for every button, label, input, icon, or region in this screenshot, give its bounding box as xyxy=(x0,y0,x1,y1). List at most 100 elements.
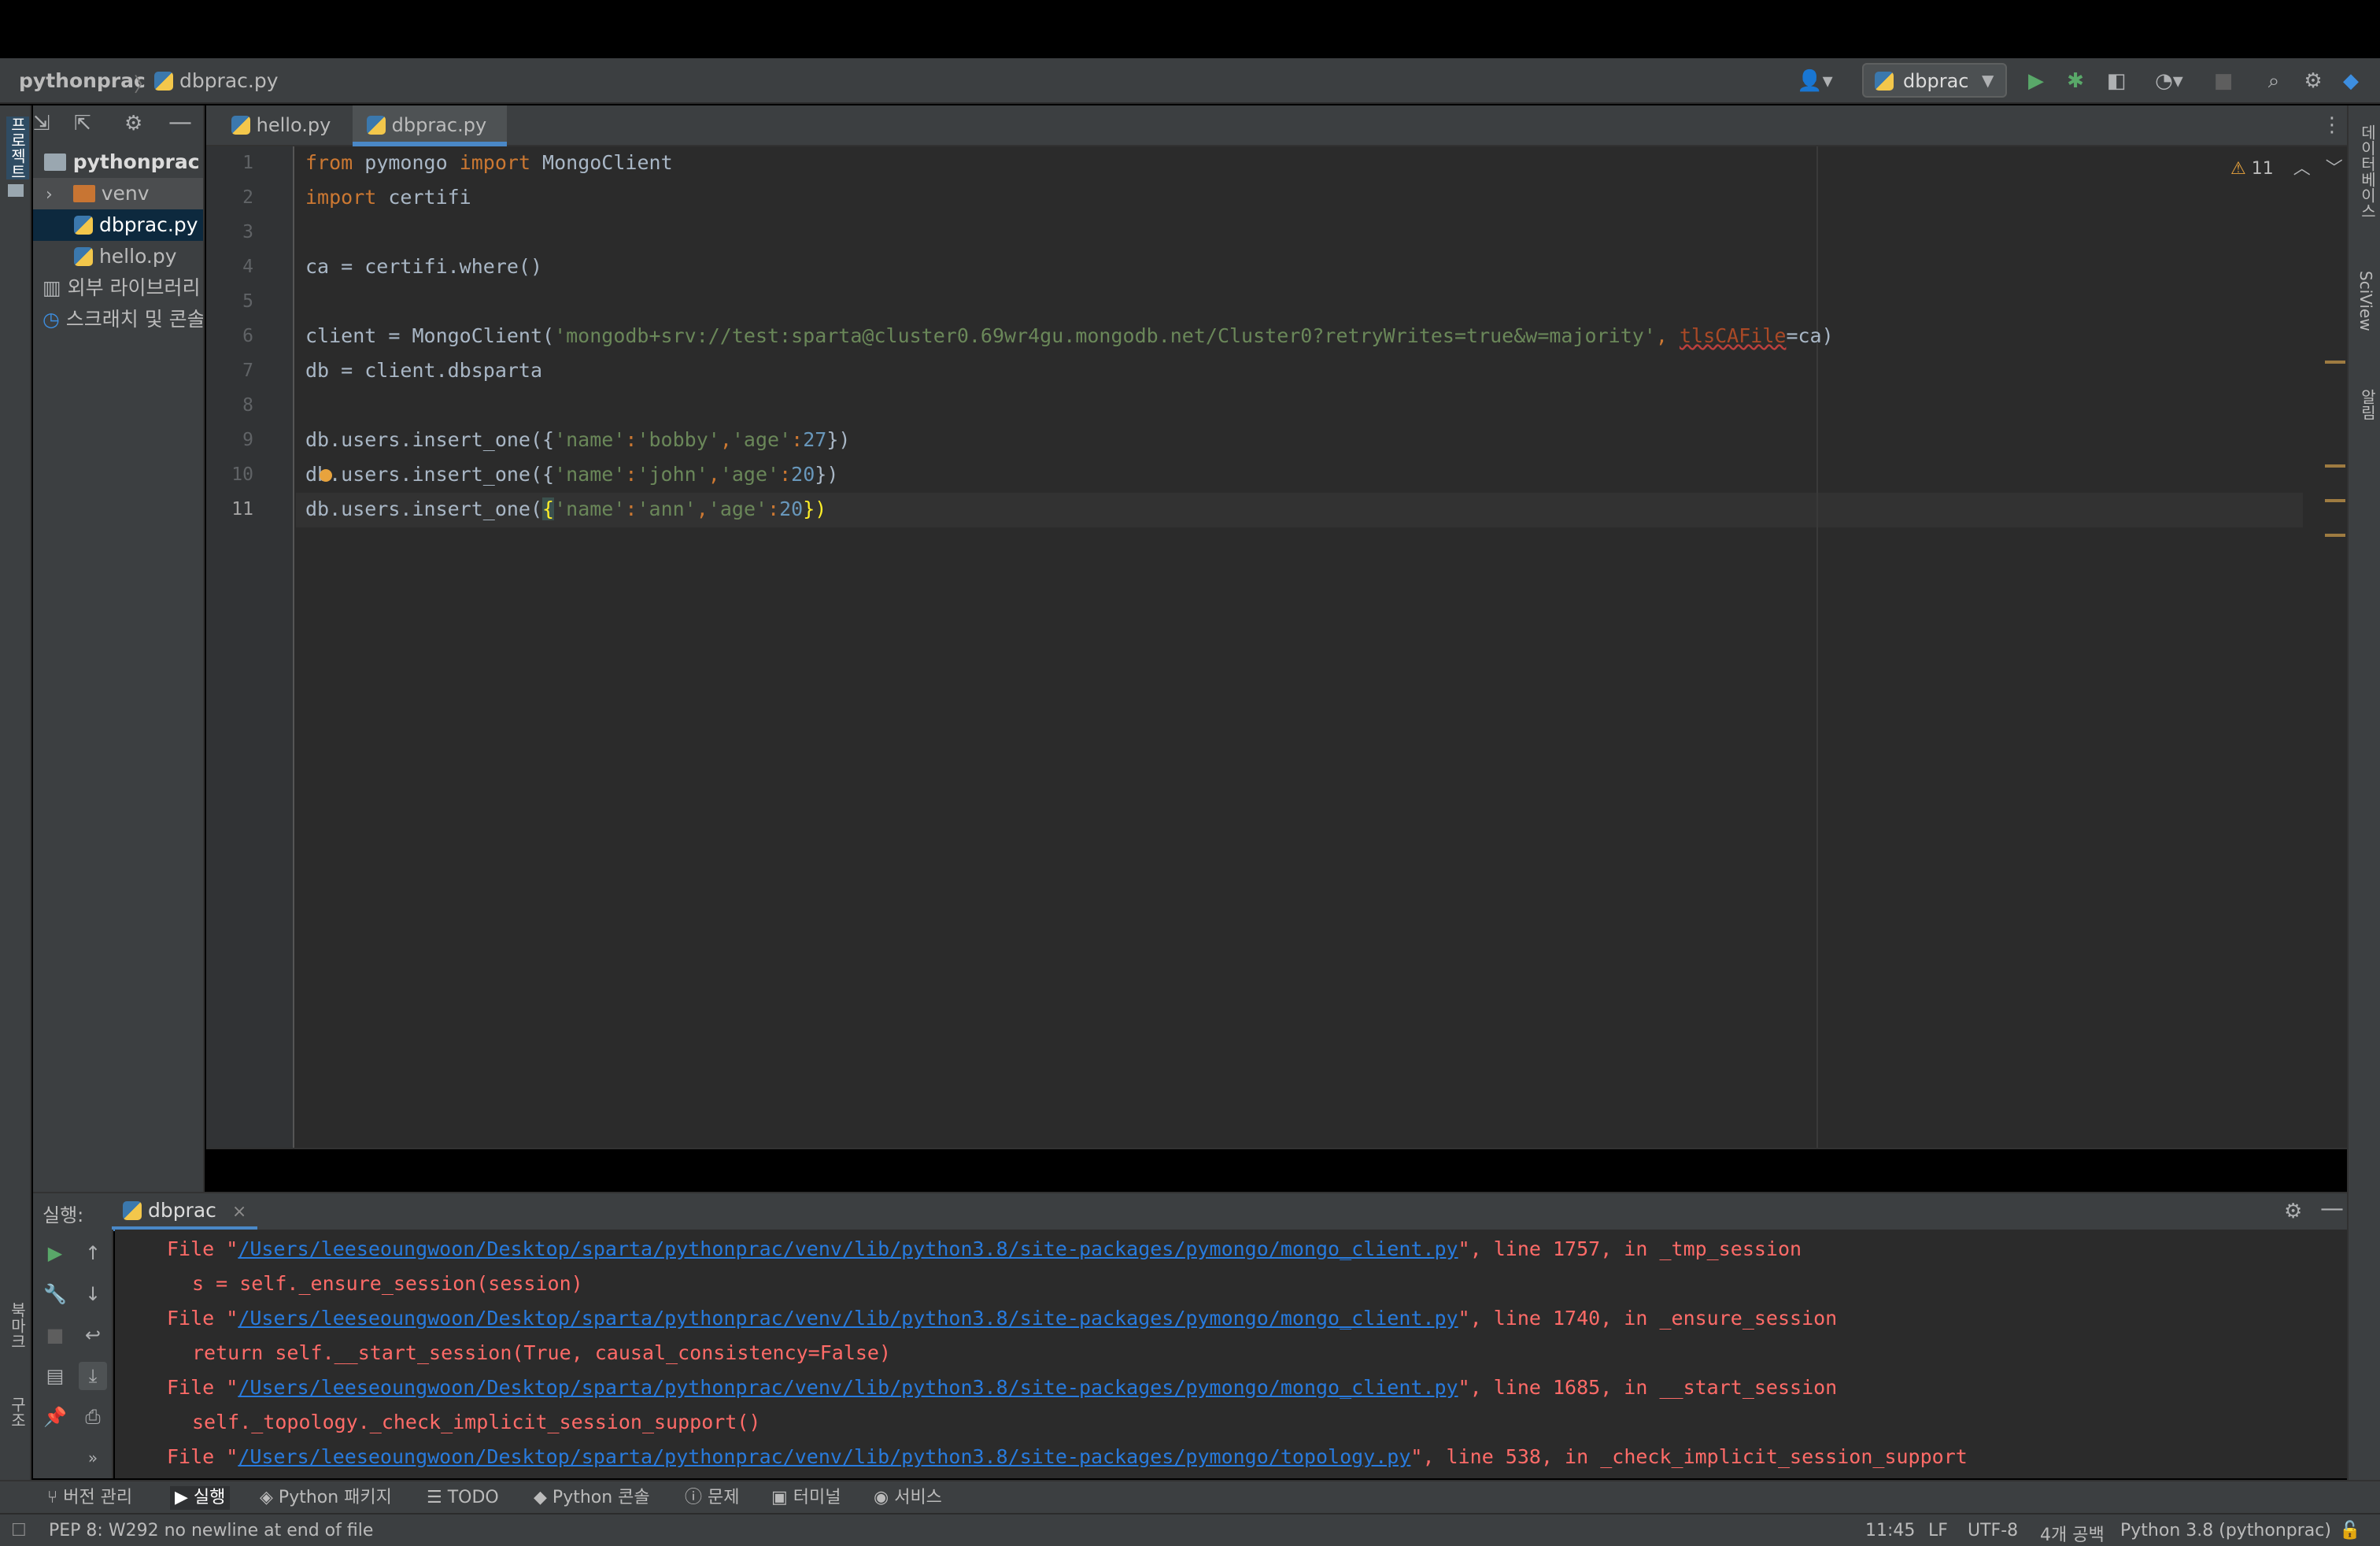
chevron-down-icon[interactable]: ﹀ xyxy=(2326,159,2343,179)
line-number: 11 xyxy=(231,499,253,520)
scroll-to-end-icon[interactable]: ⤓ xyxy=(79,1362,107,1390)
run-config-selector[interactable]: dbprac ▼ xyxy=(1862,63,2007,98)
tool-window-problems[interactable]: ⓘ 문제 xyxy=(685,1486,740,1510)
console-text: File " xyxy=(167,1376,238,1399)
info-icon: ⓘ xyxy=(685,1488,703,1507)
wrench-icon[interactable]: 🔧 xyxy=(41,1280,69,1308)
tree-item-venv[interactable]: › venv xyxy=(33,178,203,209)
code-text: certifi xyxy=(376,186,471,209)
console-text: File " xyxy=(167,1445,238,1468)
folder-icon xyxy=(72,185,95,202)
tab-dbprac-py[interactable]: dbprac.py × xyxy=(353,105,507,176)
tree-item-external-libraries[interactable]: ▥ 외부 라이브러리 xyxy=(33,272,203,304)
run-tab-dbprac[interactable]: dbprac × xyxy=(112,1193,258,1231)
tool-window-terminal[interactable]: ▣ 터미널 xyxy=(771,1486,841,1510)
inspection-widget[interactable]: ⚠ 11 ︿ ﹀ xyxy=(2230,154,2343,179)
file-link[interactable]: /Users/leeseoungwoon/Desktop/sparta/pyth… xyxy=(238,1376,1458,1399)
more-options-icon[interactable]: ⋮ xyxy=(2322,113,2342,137)
run-icon[interactable]: ▶ xyxy=(2023,68,2049,94)
lightbulb-icon[interactable] xyxy=(320,469,332,482)
gear-icon[interactable]: ⚙ xyxy=(2284,1200,2302,1223)
keyword: import xyxy=(459,151,530,174)
bookmarks-tool-button[interactable]: 북마크 xyxy=(6,1302,29,1349)
tool-window-run[interactable]: ▶ 실행 xyxy=(170,1486,231,1510)
tool-window-python-packages[interactable]: ◈ Python 패키지 xyxy=(260,1486,392,1510)
file-link[interactable]: /Users/leeseoungwoon/Desktop/sparta/pyth… xyxy=(238,1445,1410,1468)
project-tool-button[interactable]: 프로젝트 xyxy=(6,117,29,179)
arrow-up-icon[interactable]: ↑ xyxy=(79,1239,107,1267)
python-file-icon xyxy=(74,216,93,235)
indent-setting[interactable]: 4개 공백 xyxy=(2040,1521,2105,1546)
close-icon[interactable]: × xyxy=(232,1202,246,1222)
hide-icon[interactable]: — xyxy=(2320,1195,2344,1222)
code-editor[interactable]: 1 2 3 4 5 6 7 8 9 10 11 from pymongo imp… xyxy=(206,146,2347,1149)
profile-icon[interactable]: ◔▾ xyxy=(2145,68,2193,94)
collapse-all-icon[interactable]: ⇱ xyxy=(74,112,91,135)
line-number: 9 xyxy=(242,430,253,450)
tool-window-services[interactable]: ◉ 서비스 xyxy=(874,1486,942,1510)
caret-position[interactable]: 11:45 xyxy=(1865,1521,1915,1540)
sciview-tool-button[interactable]: SciView xyxy=(2356,271,2375,331)
breadcrumb-file[interactable]: dbprac.py xyxy=(154,69,279,92)
structure-tool-button[interactable]: 구조 xyxy=(6,1396,29,1428)
notifications-tool-button[interactable]: 알림 xyxy=(2356,389,2379,420)
search-icon[interactable]: ⌕ xyxy=(2260,68,2287,94)
tool-window-label: Python 패키지 xyxy=(278,1488,392,1507)
soft-wrap-icon[interactable]: ↩ xyxy=(79,1321,107,1349)
string-literal: 'bobby' xyxy=(637,428,720,451)
tool-window-python-console[interactable]: ◆ Python 콘솔 xyxy=(534,1486,650,1510)
run-icon: ▶ xyxy=(175,1488,188,1507)
rerun-icon[interactable]: ▶ xyxy=(41,1239,69,1267)
user-account-icon[interactable]: 👤▾ xyxy=(1793,68,1837,94)
file-link[interactable]: /Users/leeseoungwoon/Desktop/sparta/pyth… xyxy=(238,1237,1458,1260)
line-separator[interactable]: LF xyxy=(1928,1521,1948,1540)
window-icon[interactable]: ☐ xyxy=(11,1521,27,1540)
horizontal-scrollbar[interactable] xyxy=(206,1148,2347,1149)
debug-icon[interactable]: ✱ xyxy=(2062,68,2089,94)
tab-hello-py[interactable]: hello.py × xyxy=(217,105,351,176)
layout-icon[interactable]: ▤ xyxy=(41,1362,69,1390)
file-encoding[interactable]: UTF-8 xyxy=(1968,1521,2018,1540)
status-message[interactable]: PEP 8: W292 no newline at end of file xyxy=(49,1521,373,1540)
stop-icon[interactable]: ■ xyxy=(2210,68,2237,94)
error-stripe-mark[interactable] xyxy=(2325,361,2345,364)
print-icon[interactable]: ⎙ xyxy=(79,1403,107,1431)
keyword: from xyxy=(305,151,353,174)
error-stripe-mark[interactable] xyxy=(2325,534,2345,537)
pin-icon[interactable]: 📌 xyxy=(41,1403,69,1431)
string-literal: 'name' xyxy=(554,428,626,451)
tool-window-vcs[interactable]: ⑂ 버전 관리 xyxy=(47,1486,132,1510)
database-tool-button[interactable]: 데이터베이스 xyxy=(2356,124,2379,219)
tree-item-hello[interactable]: hello.py xyxy=(33,241,203,272)
tree-root-project[interactable]: pythonprac ~ xyxy=(33,146,203,178)
coverage-icon[interactable]: ◧ xyxy=(2103,68,2130,94)
python-file-icon xyxy=(154,72,173,91)
code-text: : xyxy=(767,497,780,520)
error-stripe-mark[interactable] xyxy=(2325,464,2345,468)
arrow-down-icon[interactable]: ↓ xyxy=(79,1280,107,1308)
tool-window-todo[interactable]: ☰ TODO xyxy=(427,1486,499,1510)
tree-item-scratches[interactable]: ◷ 스크래치 및 콘솔 xyxy=(33,304,203,335)
file-link[interactable]: /Users/leeseoungwoon/Desktop/sparta/pyth… xyxy=(238,1307,1458,1330)
error-stripe-mark[interactable] xyxy=(2325,499,2345,502)
python-file-icon xyxy=(231,116,250,135)
stop-icon[interactable]: ■ xyxy=(41,1321,69,1349)
gear-icon[interactable]: ⚙ xyxy=(124,112,142,135)
jetbrains-icon[interactable]: ◆ xyxy=(2338,68,2364,94)
tool-window-label: 문제 xyxy=(708,1488,740,1507)
hide-icon[interactable]: — xyxy=(168,109,192,136)
line-number: 1 xyxy=(242,153,253,173)
breadcrumb-project[interactable]: pythonprac xyxy=(19,69,146,92)
chevron-up-icon[interactable]: ︿ xyxy=(2293,159,2311,179)
tree-root-label: pythonprac xyxy=(72,150,200,173)
string-literal: 'age' xyxy=(719,463,780,486)
code-text: MongoClient xyxy=(530,151,673,174)
tree-item-dbprac[interactable]: dbprac.py xyxy=(33,209,203,241)
lock-icon[interactable]: 🔓 xyxy=(2339,1521,2360,1540)
run-console-output[interactable]: File "/Users/leeseoungwoon/Desktop/spart… xyxy=(115,1230,2347,1478)
more-icon[interactable]: » xyxy=(79,1444,107,1472)
expand-all-icon[interactable]: ⇲ xyxy=(33,112,50,135)
gear-icon[interactable]: ⚙ xyxy=(2300,68,2326,94)
python-interpreter[interactable]: Python 3.8 (pythonprac) xyxy=(2120,1521,2331,1540)
breadcrumb-separator: 〉 xyxy=(134,73,154,96)
